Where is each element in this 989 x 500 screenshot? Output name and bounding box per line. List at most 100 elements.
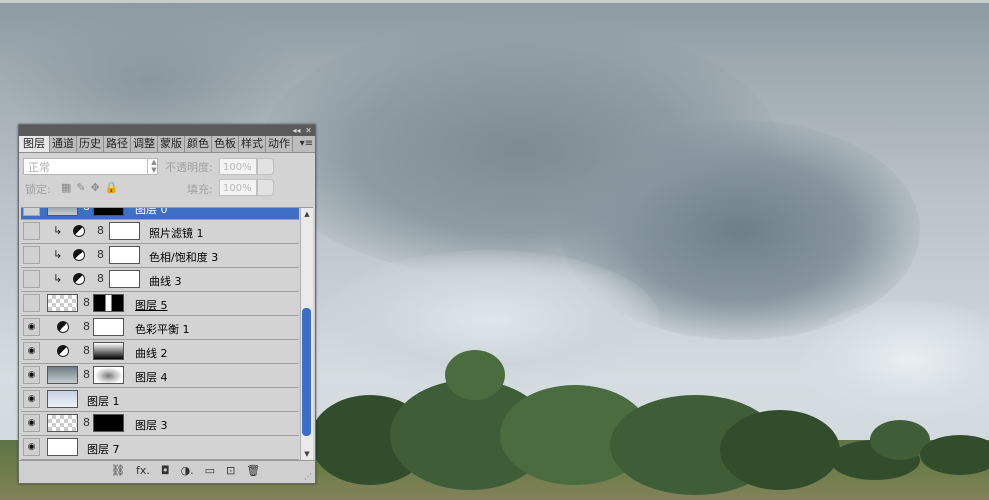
layer-name: 图层 1 [87,395,120,408]
fill-label: 填充: [187,183,213,196]
eye-icon[interactable] [23,414,40,432]
fill-input[interactable]: 100% [219,179,257,196]
layer-thumbnail [47,438,78,456]
layer-thumbnail [47,294,78,312]
layer-row[interactable]: 8 图层 0 [21,207,299,220]
layer-row[interactable]: ↳ 8 曲线 3 [21,268,299,292]
layer-row[interactable]: 8 曲线 2 [21,340,299,364]
layer-name: 图层 5 [135,299,168,312]
mask-thumbnail[interactable] [109,246,140,264]
mask-thumbnail[interactable] [93,294,124,312]
layer-row[interactable]: 8 图层 4 [21,364,299,388]
tab-styles[interactable]: 样式 [239,136,266,152]
link-icon[interactable]: 8 [97,272,104,285]
panel-menu-icon[interactable]: ▾≡ [300,136,313,152]
tree-crown [445,350,505,400]
tab-swatches[interactable]: 色板 [212,136,239,152]
layer-name: 色彩平衡 1 [135,323,190,336]
blend-mode-arrows-icon[interactable]: ▲ ▼ [147,158,160,175]
new-group-icon[interactable]: ▭ [205,464,215,477]
layer-row[interactable]: 8 图层 5 [21,292,299,316]
layer-thumbnail [47,366,78,384]
layers-panel[interactable]: ◂◂ ✕ 图层 通道 历史 路径 调整 蒙版 颜色 色板 样式 动作 ▾≡ 正常… [18,124,316,484]
layer-row[interactable]: ↳ 8 色相/饱和度 3 [21,244,299,268]
layer-row[interactable]: ↳ 8 照片滤镜 1 [21,220,299,244]
visibility-toggle[interactable] [23,222,40,240]
visibility-toggle[interactable] [23,208,40,216]
link-icon[interactable]: 8 [83,344,90,357]
link-icon[interactable]: 8 [83,416,90,429]
scrollbar-thumb[interactable] [302,308,311,436]
lock-position-icon[interactable]: ✥ [91,181,100,194]
tab-layers[interactable]: 图层 [19,136,50,152]
tab-paths[interactable]: 路径 [104,136,131,152]
layer-row[interactable]: 8 色彩平衡 1 [21,316,299,340]
visibility-toggle[interactable] [23,270,40,288]
eye-icon[interactable] [23,342,40,360]
eye-icon[interactable] [23,366,40,384]
panel-titlebar[interactable]: ◂◂ ✕ [19,125,315,136]
lock-row: 锁定: ▦ ✎ ✥ 🔒 填充: 100% [19,177,315,200]
blend-mode-select[interactable]: 正常 [23,158,158,175]
eye-icon[interactable] [23,390,40,408]
mask-thumbnail[interactable] [93,366,124,384]
tab-actions[interactable]: 动作 [266,136,293,152]
opacity-label: 不透明度: [165,161,213,174]
new-layer-icon[interactable]: ⊡ [226,464,235,477]
visibility-toggle[interactable] [23,246,40,264]
mask-thumbnail[interactable] [93,208,124,216]
link-layers-icon[interactable]: ⛓ [111,464,125,477]
delete-layer-icon[interactable]: 🗑 [246,464,260,477]
eye-icon[interactable] [23,318,40,336]
tab-history[interactable]: 历史 [77,136,104,152]
mask-thumbnail[interactable] [109,270,140,288]
layer-name: 图层 0 [135,207,168,216]
scroll-down-icon[interactable]: ▼ [301,448,313,460]
link-icon[interactable]: 8 [83,296,90,309]
layer-row[interactable]: 图层 1 [21,388,299,412]
mask-thumbnail[interactable] [93,318,124,336]
mask-thumbnail[interactable] [93,414,124,432]
blend-row: 正常 ▲ ▼ 不透明度: 100% [19,153,315,177]
link-icon[interactable]: 8 [83,320,90,333]
link-icon[interactable]: 8 [83,208,90,213]
layer-thumbnail [47,208,78,216]
layer-name: 曲线 3 [149,275,182,288]
new-adjustment-layer-icon[interactable]: ◑. [181,464,194,477]
link-icon[interactable]: 8 [97,224,104,237]
tab-masks[interactable]: 蒙版 [158,136,185,152]
layer-row[interactable]: 图层 7 [21,436,299,460]
adjustment-icon [73,249,85,261]
tab-adjustments[interactable]: 调整 [131,136,158,152]
layer-thumbnail [47,414,78,432]
scroll-up-icon[interactable]: ▲ [301,208,313,220]
lock-label: 锁定: [25,183,51,196]
add-mask-icon[interactable]: ◘ [161,464,170,477]
layer-name: 图层 7 [87,443,120,456]
layer-name: 图层 4 [135,371,168,384]
lock-all-icon[interactable]: 🔒 [105,181,119,194]
link-icon[interactable]: 8 [97,248,104,261]
eye-icon[interactable] [23,438,40,456]
close-icon[interactable]: ✕ [304,126,313,135]
lock-image-icon[interactable]: ✎ [76,181,85,194]
mask-thumbnail[interactable] [109,222,140,240]
layer-row[interactable]: 8 图层 3 [21,412,299,436]
opacity-slider-button[interactable] [257,158,274,175]
lock-transparent-icon[interactable]: ▦ [61,181,71,194]
layer-name: 照片滤镜 1 [149,227,204,240]
layers-scrollbar[interactable]: ▲ ▼ [300,208,313,460]
resize-grip-icon[interactable]: ⋰ [304,472,312,481]
layers-list[interactable]: 8 图层 0 ↳ 8 照片滤镜 1 ↳ 8 色相/饱和度 3 ↳ 8 [21,207,313,460]
collapse-icon[interactable]: ◂◂ [292,126,301,135]
visibility-toggle[interactable] [23,294,40,312]
fill-slider-button[interactable] [257,179,274,196]
tab-channels[interactable]: 通道 [50,136,77,152]
clip-arrow-icon: ↳ [53,272,63,285]
add-layer-style-icon[interactable]: fx. [136,464,150,477]
opacity-input[interactable]: 100% [219,158,257,175]
link-icon[interactable]: 8 [83,368,90,381]
tab-color[interactable]: 颜色 [185,136,212,152]
mask-thumbnail[interactable] [93,342,124,360]
panel-footer: ⛓ fx. ◘ ◑. ▭ ⊡ 🗑 ⋰ [19,460,315,483]
